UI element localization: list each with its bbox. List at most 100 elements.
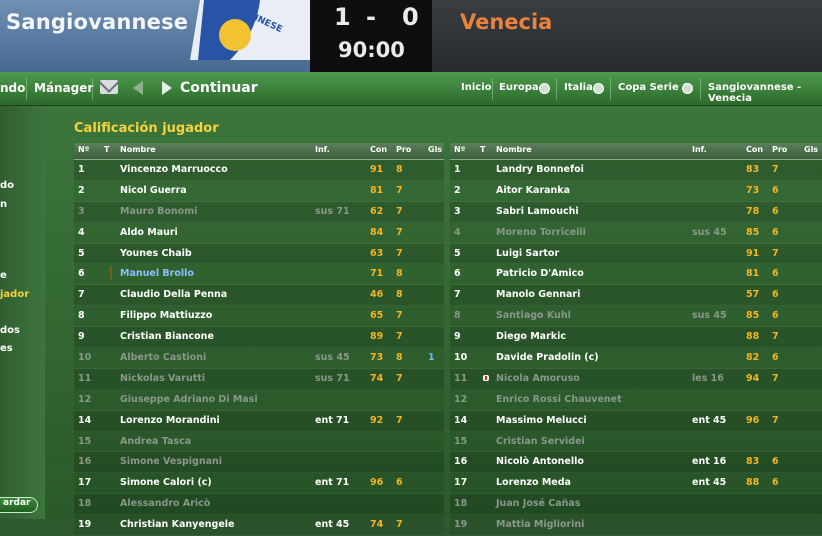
player-name[interactable]: Diego Markic (496, 331, 566, 342)
table-row[interactable]: 3 Sabri Lamouchi 78 6 (450, 201, 822, 223)
player-name[interactable]: Aldo Mauri (120, 227, 178, 238)
player-name[interactable]: Moreno Torricelli (496, 227, 586, 238)
table-row[interactable]: 11 Nickolas Varutti sus 71 74 7 (74, 368, 444, 390)
player-name[interactable]: Simone Calori (c) (120, 477, 212, 488)
player-name[interactable]: Lorenzo Meda (496, 477, 571, 488)
table-row[interactable]: 4 Moreno Torricelli sus 45 85 6 (450, 222, 822, 244)
table-row[interactable]: 16 Simone Vespignani (74, 452, 444, 474)
table-row[interactable]: 14 Lorenzo Morandini ent 71 92 7 (74, 410, 444, 432)
sidebar-item-active[interactable]: jador (0, 289, 29, 300)
player-name[interactable]: Alberto Castioni (120, 352, 206, 363)
player-name[interactable]: Vincenzo Marruocco (120, 164, 228, 175)
player-name[interactable]: Christian Kanyengele (120, 519, 235, 530)
table-row[interactable]: 2 Nicol Guerra 81 7 (74, 180, 444, 202)
table-row[interactable]: 12 Enrico Rossi Chauvenet (450, 389, 822, 411)
col-no[interactable]: Nº (78, 145, 89, 154)
table-row[interactable]: 15 Cristian Servidei (450, 431, 822, 453)
table-row[interactable]: 17 Lorenzo Meda ent 45 88 6 (450, 473, 822, 495)
sidebar-item[interactable]: es (0, 343, 13, 354)
table-row[interactable]: 3 Mauro Bonomi sus 71 62 7 (74, 201, 444, 223)
nav-item-manager[interactable]: Mánager (34, 81, 93, 95)
player-name[interactable]: Patricio D'Amico (496, 268, 584, 279)
save-button[interactable]: ardar (0, 497, 38, 513)
player-name[interactable]: Nicol Guerra (120, 185, 187, 196)
breadcrumb-dropdown-icon[interactable] (593, 83, 604, 94)
table-row[interactable]: 18 Alessandro Aricò (74, 494, 444, 516)
player-name[interactable]: Claudio Della Penna (120, 289, 227, 300)
table-row[interactable]: 2 Aitor Karanka 73 6 (450, 180, 822, 202)
table-row[interactable]: 7 Manolo Gennari 57 6 (450, 285, 822, 307)
player-name[interactable]: Enrico Rossi Chauvenet (496, 394, 622, 405)
table-row[interactable]: 4 Aldo Mauri 84 7 (74, 222, 444, 244)
player-name[interactable]: Giuseppe Adriano Di Masi (120, 394, 258, 405)
table-row[interactable]: 10 Alberto Castioni sus 45 73 8 1 (74, 348, 444, 369)
player-name[interactable]: Aitor Karanka (496, 185, 570, 196)
col-con[interactable]: Con (370, 145, 387, 154)
table-row[interactable]: 10 Davide Pradolin (c) 82 6 (450, 348, 822, 369)
table-row[interactable]: 14 Massimo Melucci ent 45 96 7 (450, 410, 822, 432)
player-name[interactable]: Cristian Biancone (120, 331, 214, 342)
breadcrumb-dropdown-icon[interactable] (682, 83, 693, 94)
table-row[interactable]: 15 Andrea Tasca (74, 431, 444, 453)
player-name[interactable]: Massimo Melucci (496, 415, 587, 426)
col-name[interactable]: Nombre (496, 145, 532, 154)
player-name[interactable]: Landry Bonnefoi (496, 164, 584, 175)
sidebar-item[interactable]: e (0, 270, 7, 281)
col-t[interactable]: T (104, 145, 109, 154)
col-t[interactable]: T (480, 145, 485, 154)
table-row[interactable]: 12 Giuseppe Adriano Di Masi (74, 389, 444, 411)
col-pro[interactable]: Pro (772, 145, 787, 154)
player-name[interactable]: Nicolò Antonello (496, 456, 584, 467)
player-name[interactable]: Mattia Migliorini (496, 519, 584, 530)
breadcrumb-italia[interactable]: Italia (564, 82, 593, 93)
col-name[interactable]: Nombre (120, 145, 156, 154)
player-name[interactable]: Juan José Cañas (496, 498, 580, 509)
player-name[interactable]: Luigi Sartor (496, 248, 559, 259)
breadcrumb-match[interactable]: Sangiovannese - Venecia (708, 82, 822, 104)
breadcrumb-inicio[interactable]: Inicio (461, 82, 492, 93)
breadcrumb-europa[interactable]: Europa (499, 82, 539, 93)
player-name[interactable]: Manuel Brollo (120, 268, 194, 279)
player-name[interactable]: Cristian Servidei (496, 436, 585, 447)
col-inf[interactable]: Inf. (692, 145, 707, 154)
player-name[interactable]: Davide Pradolin (c) (496, 352, 599, 363)
table-row[interactable]: 5 Younes Chaib 63 7 (74, 243, 444, 265)
table-row[interactable]: 18 Juan José Cañas (450, 494, 822, 516)
table-row[interactable]: 11 Nicola Amoruso les 16 94 7 (450, 368, 822, 390)
table-row[interactable]: 6 Manuel Brollo 71 8 (74, 264, 444, 286)
player-name[interactable]: Younes Chaib (120, 248, 192, 259)
table-row[interactable]: 5 Luigi Sartor 91 7 (450, 243, 822, 265)
breadcrumb-copa-serie-c[interactable]: Copa Serie C (618, 82, 690, 93)
table-row[interactable]: 7 Claudio Della Penna 46 8 (74, 285, 444, 307)
player-name[interactable]: Nickolas Varutti (120, 373, 205, 384)
nav-item-cut[interactable]: ndo (0, 81, 25, 95)
table-row[interactable]: 9 Cristian Biancone 89 7 (74, 327, 444, 349)
breadcrumb-dropdown-icon[interactable] (539, 83, 550, 94)
sidebar-item[interactable]: dos (0, 325, 20, 336)
table-row[interactable]: 8 Filippo Mattiuzzo 65 7 (74, 306, 444, 328)
col-no[interactable]: Nº (454, 145, 465, 154)
forward-arrow-icon[interactable] (162, 81, 172, 95)
back-arrow-icon[interactable] (133, 81, 143, 95)
player-name[interactable]: Simone Vespignani (120, 456, 222, 467)
player-name[interactable]: Filippo Mattiuzzo (120, 310, 212, 321)
player-name[interactable]: Mauro Bonomi (120, 206, 197, 217)
col-pro[interactable]: Pro (396, 145, 411, 154)
player-name[interactable]: Manolo Gennari (496, 289, 580, 300)
mail-icon[interactable] (100, 80, 118, 94)
table-row[interactable]: 9 Diego Markic 88 7 (450, 327, 822, 349)
player-name[interactable]: Sabri Lamouchi (496, 206, 579, 217)
player-name[interactable]: Andrea Tasca (120, 436, 191, 447)
sidebar-item[interactable]: do (0, 180, 14, 191)
table-row[interactable]: 19 Mattia Migliorini (450, 515, 822, 536)
table-row[interactable]: 16 Nicolò Antonello ent 16 83 6 (450, 452, 822, 474)
table-row[interactable]: 19 Christian Kanyengele ent 45 74 7 (74, 515, 444, 536)
table-row[interactable]: 6 Patricio D'Amico 81 6 (450, 264, 822, 286)
player-name[interactable]: Nicola Amoruso (496, 373, 580, 384)
player-name[interactable]: Alessandro Aricò (120, 498, 210, 509)
col-gls[interactable]: Gls (804, 145, 818, 154)
table-row[interactable]: 8 Santiago Kuhl sus 45 85 6 (450, 306, 822, 328)
sidebar-item[interactable]: n (0, 199, 7, 210)
table-row[interactable]: 1 Vincenzo Marruocco 91 8 (74, 160, 444, 181)
table-row[interactable]: 17 Simone Calori (c) ent 71 96 6 (74, 473, 444, 495)
